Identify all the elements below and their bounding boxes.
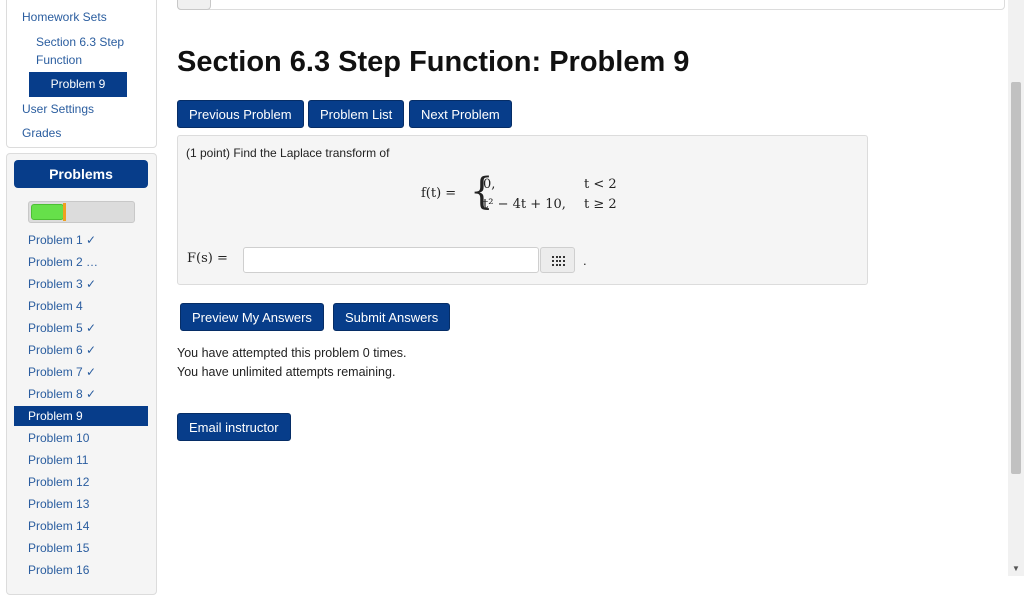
- answer-label: F(s) =: [187, 251, 228, 266]
- problem-list-item[interactable]: Problem 12: [14, 471, 148, 493]
- case2-value: t² − 4t + 10,: [483, 197, 566, 212]
- problem-prompt: (1 point) Find the Laplace transform of: [186, 146, 390, 160]
- problem-list-item[interactable]: Problem 16: [14, 559, 148, 581]
- problem-list-item[interactable]: Problem 6 ✓: [14, 339, 148, 361]
- grid-icon: [552, 256, 565, 266]
- attempts-remaining-text: You have unlimited attempts remaining.: [177, 365, 396, 379]
- problem-list-item[interactable]: Problem 4: [14, 295, 148, 317]
- function-lhs: f(t) =: [421, 186, 457, 201]
- problem-list-item[interactable]: Problem 1 ✓: [14, 229, 148, 251]
- problem-list-item[interactable]: Problem 15: [14, 537, 148, 559]
- problem-list-item-current[interactable]: Problem 9: [14, 406, 148, 426]
- problem-list-item[interactable]: Problem 5 ✓: [14, 317, 148, 339]
- progress-fill: [31, 204, 64, 220]
- user-settings-link[interactable]: User Settings: [22, 100, 94, 118]
- previous-problem-button[interactable]: Previous Problem: [177, 100, 304, 128]
- problem-list-item[interactable]: Problem 14: [14, 515, 148, 537]
- scrollbar-thumb[interactable]: [1011, 82, 1021, 474]
- next-problem-button[interactable]: Next Problem: [409, 100, 512, 128]
- matrix-button[interactable]: [540, 247, 575, 273]
- problem-list-item[interactable]: Problem 3 ✓: [14, 273, 148, 295]
- grades-link[interactable]: Grades: [22, 124, 61, 142]
- problem-list-item[interactable]: Problem 2 …: [14, 251, 148, 273]
- case1-condition: t < 2: [584, 177, 617, 192]
- problem-list-button[interactable]: Problem List: [308, 100, 405, 128]
- problem-list-item[interactable]: Problem 13: [14, 493, 148, 515]
- answer-period: .: [583, 253, 587, 268]
- progress-bar: [28, 201, 135, 223]
- scrollbar[interactable]: ▼: [1008, 0, 1024, 576]
- chevron-down-icon[interactable]: ▼: [1008, 562, 1024, 576]
- answer-input[interactable]: [243, 247, 539, 273]
- page-title: Section 6.3 Step Function: Problem 9: [177, 46, 690, 78]
- case1-value: 0,: [483, 177, 496, 192]
- top-strip: [177, 0, 1005, 10]
- email-instructor-button[interactable]: Email instructor: [177, 413, 291, 441]
- homework-sets-link[interactable]: Homework Sets: [22, 8, 107, 26]
- case2-condition: t ≥ 2: [584, 197, 617, 212]
- problem-list: Problem 1 ✓ Problem 2 … Problem 3 ✓ Problem…: [14, 229, 148, 581]
- attempts-count-text: You have attempted this problem 0 times.: [177, 346, 407, 360]
- problem-list-item[interactable]: Problem 8 ✓: [14, 383, 148, 405]
- nav-current-problem[interactable]: Problem 9: [29, 72, 127, 97]
- preview-answers-button[interactable]: Preview My Answers: [180, 303, 324, 331]
- problems-header: Problems: [14, 160, 148, 188]
- problem-list-item[interactable]: Problem 11: [14, 449, 148, 471]
- submit-answers-button[interactable]: Submit Answers: [333, 303, 451, 331]
- set-link-line2[interactable]: Function: [36, 51, 82, 69]
- top-strip-button[interactable]: [177, 0, 211, 10]
- progress-marker: [63, 203, 66, 221]
- problem-list-item[interactable]: Problem 10: [14, 427, 148, 449]
- problem-list-item[interactable]: Problem 7 ✓: [14, 361, 148, 383]
- set-link-line1[interactable]: Section 6.3 Step: [36, 33, 124, 51]
